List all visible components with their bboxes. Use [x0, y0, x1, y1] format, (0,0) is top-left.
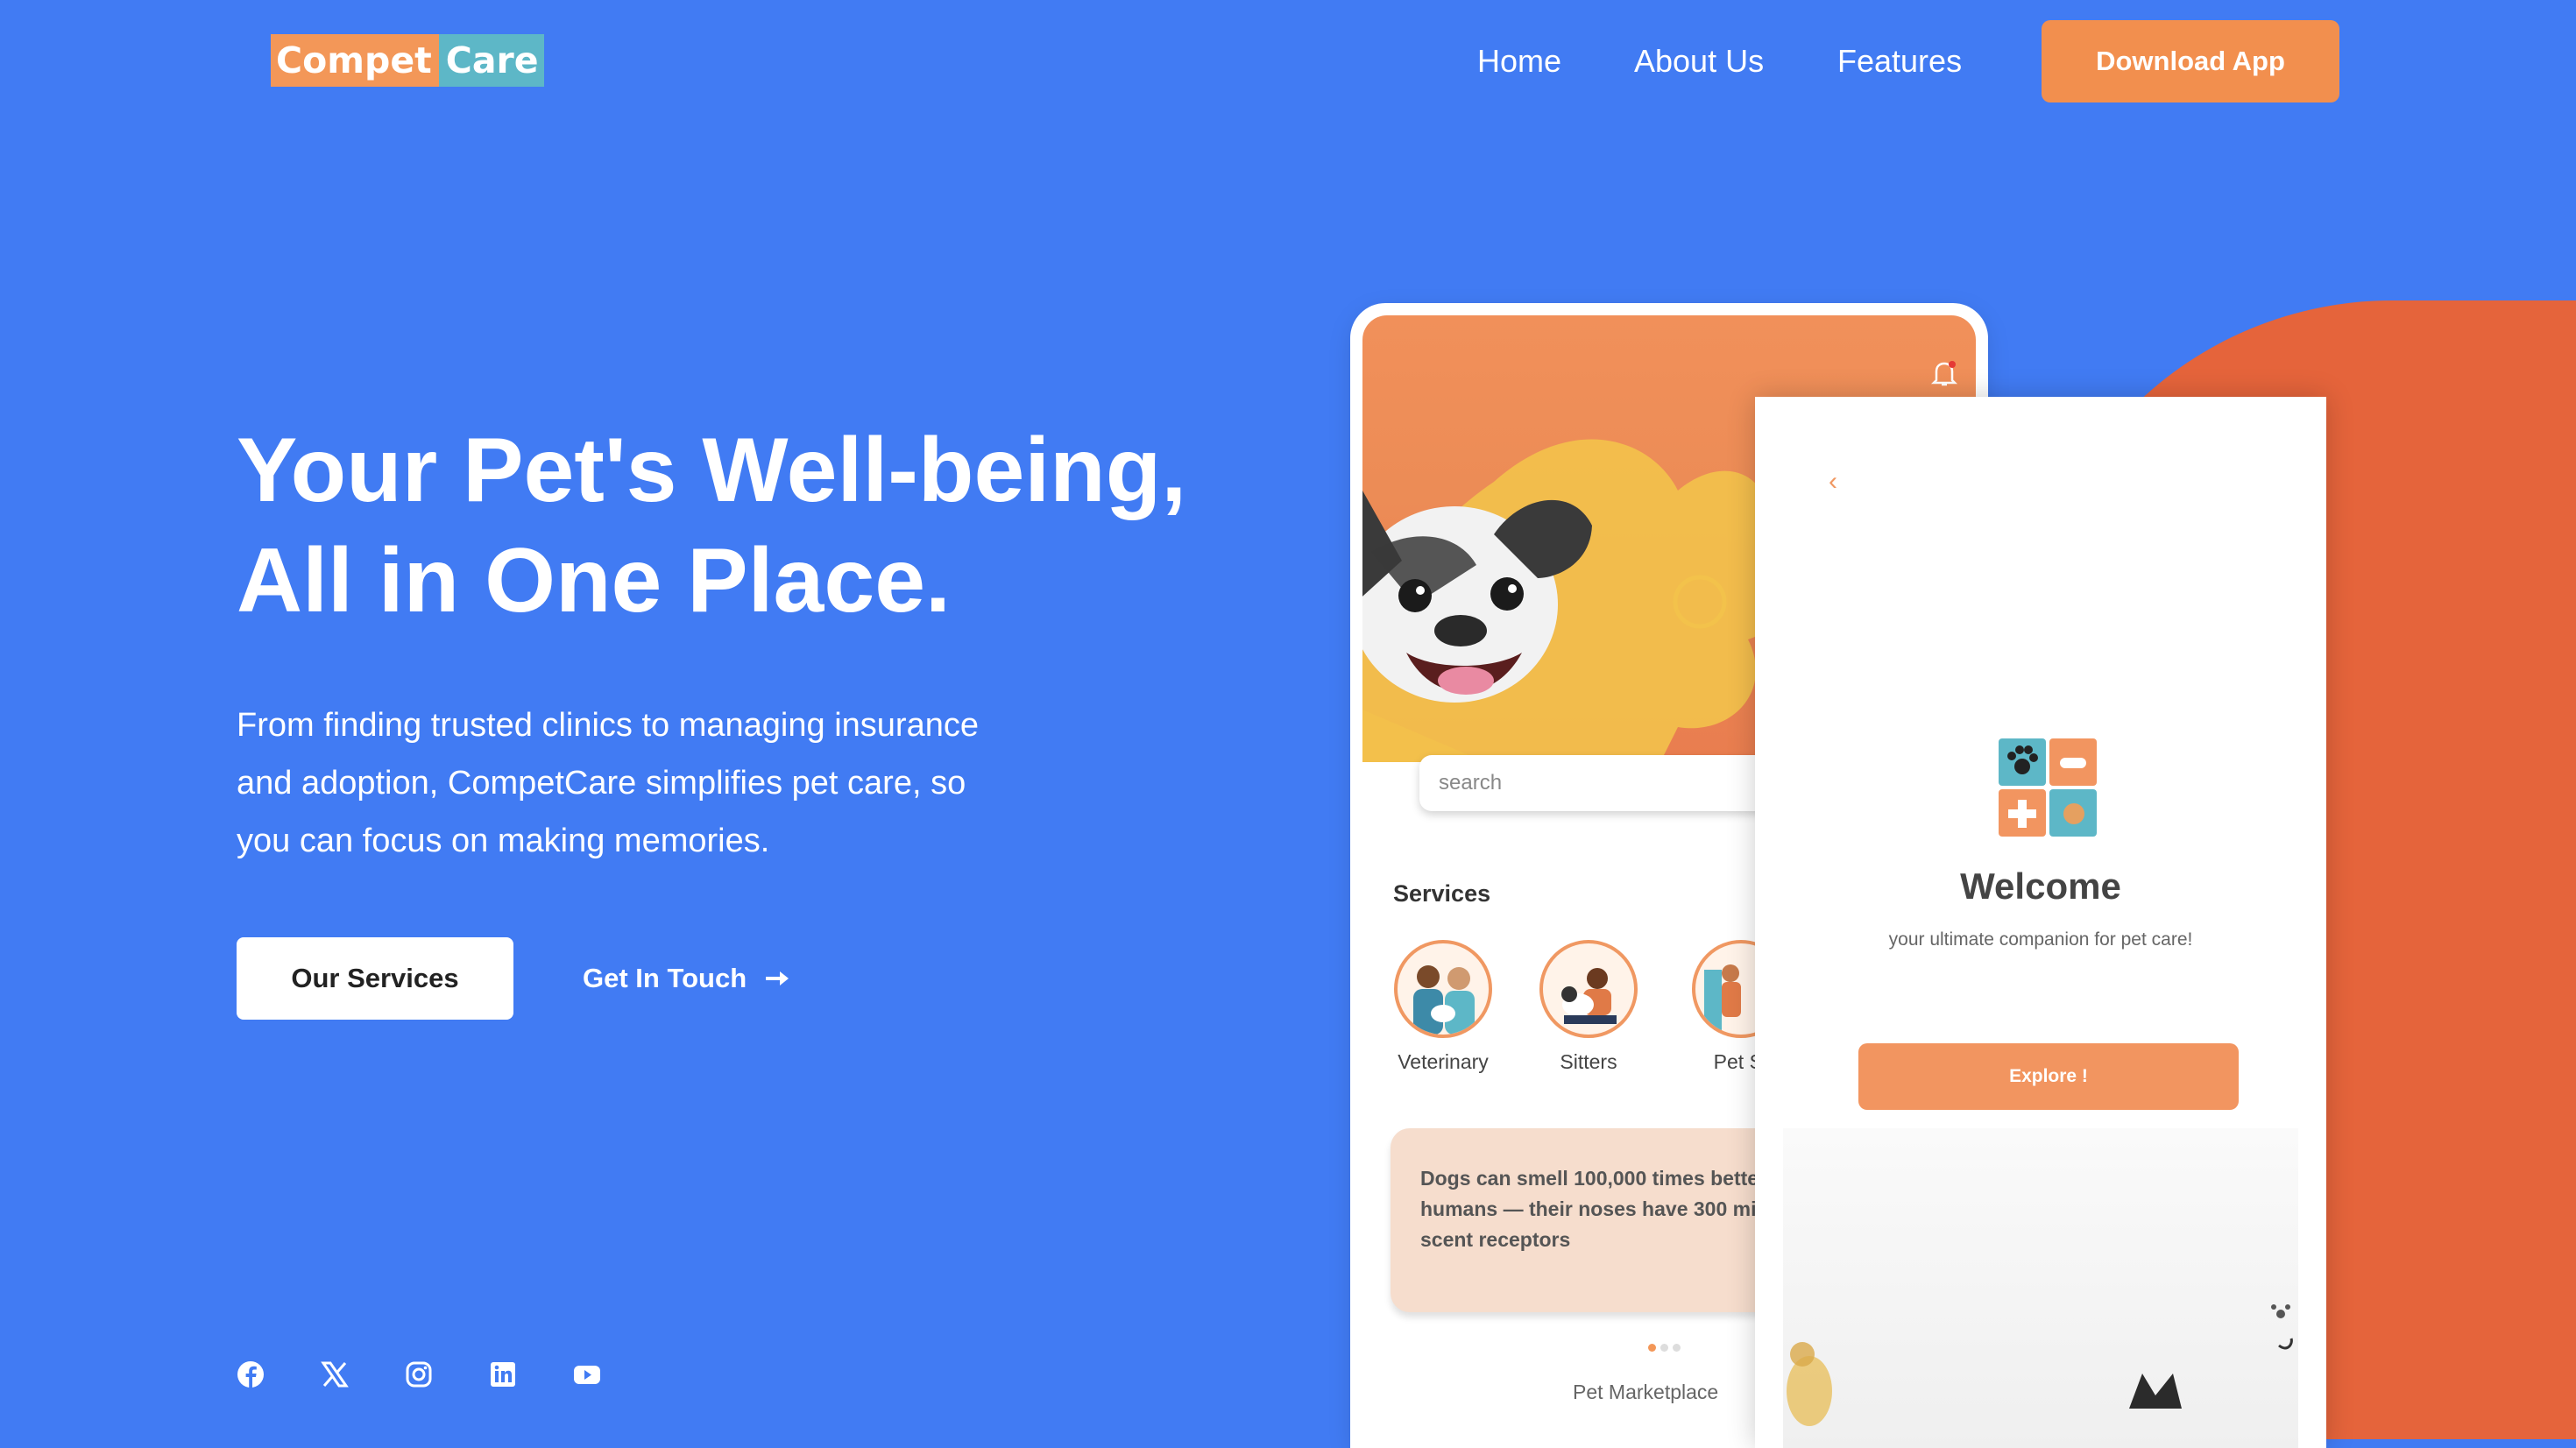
social-links [237, 1360, 657, 1388]
welcome-subtitle: your ultimate companion for pet care! [1888, 929, 2193, 950]
facebook-icon[interactable] [237, 1360, 265, 1388]
bell-icon [1930, 361, 1958, 386]
hero-description-line-3: you can focus on making memories. [237, 823, 770, 859]
our-services-button[interactable]: Our Services [237, 937, 513, 1020]
nav-features[interactable]: Features [1837, 35, 1962, 88]
nav-about-us[interactable]: About Us [1634, 35, 1764, 88]
nav-home[interactable]: Home [1477, 35, 1561, 88]
hero-title: Your Pet's Well-being, All in One Place. [237, 415, 1288, 636]
logo-part-care: Care [438, 34, 544, 87]
download-app-button[interactable]: Download App [2042, 20, 2339, 102]
welcome-title: Welcome [1960, 865, 2121, 907]
hero-description: From finding trusted clinics to managing… [237, 696, 1095, 870]
logo-part-compet: Compet [271, 34, 439, 87]
get-in-touch-label: Get In Touch [583, 963, 747, 993]
hero-description-line-1: From finding trusted clinics to managing… [237, 707, 979, 744]
app-welcome-screen-mockup: ‹ Welcome your ultimate companion for pe… [1755, 397, 2326, 1448]
x-icon[interactable] [321, 1360, 349, 1388]
service-label-sitters: Sitters [1560, 1050, 1617, 1073]
linkedin-icon[interactable] [489, 1360, 517, 1388]
app-services-title: Services [1393, 880, 1491, 907]
veterinary-illustration [1394, 940, 1492, 1038]
hero-title-line-2: All in One Place. [237, 530, 951, 632]
logo[interactable]: Compet Care [271, 34, 544, 87]
sitters-illustration [1539, 940, 1638, 1038]
arrow-right-icon [766, 971, 789, 985]
get-in-touch-link[interactable]: Get In Touch [583, 937, 790, 1020]
hero-description-line-2: and adoption, CompetCare simplifies pet … [237, 765, 966, 802]
hero-title-line-1: Your Pet's Well-being, [237, 420, 1187, 521]
service-label-veterinary: Veterinary [1398, 1050, 1489, 1073]
service-sitters: Sitters [1527, 940, 1650, 1074]
youtube-icon[interactable] [573, 1360, 601, 1388]
welcome-pets-illustration [1783, 1128, 2298, 1448]
explore-button: Explore ! [1858, 1043, 2239, 1110]
service-veterinary: Veterinary [1382, 940, 1504, 1074]
app-logo-icon [1999, 738, 2097, 837]
carousel-dots [1648, 1344, 1685, 1352]
pet-marketplace-heading: Pet Marketplace [1573, 1381, 1719, 1403]
back-chevron-icon: ‹ [1829, 467, 1837, 496]
instagram-icon[interactable] [405, 1360, 433, 1388]
